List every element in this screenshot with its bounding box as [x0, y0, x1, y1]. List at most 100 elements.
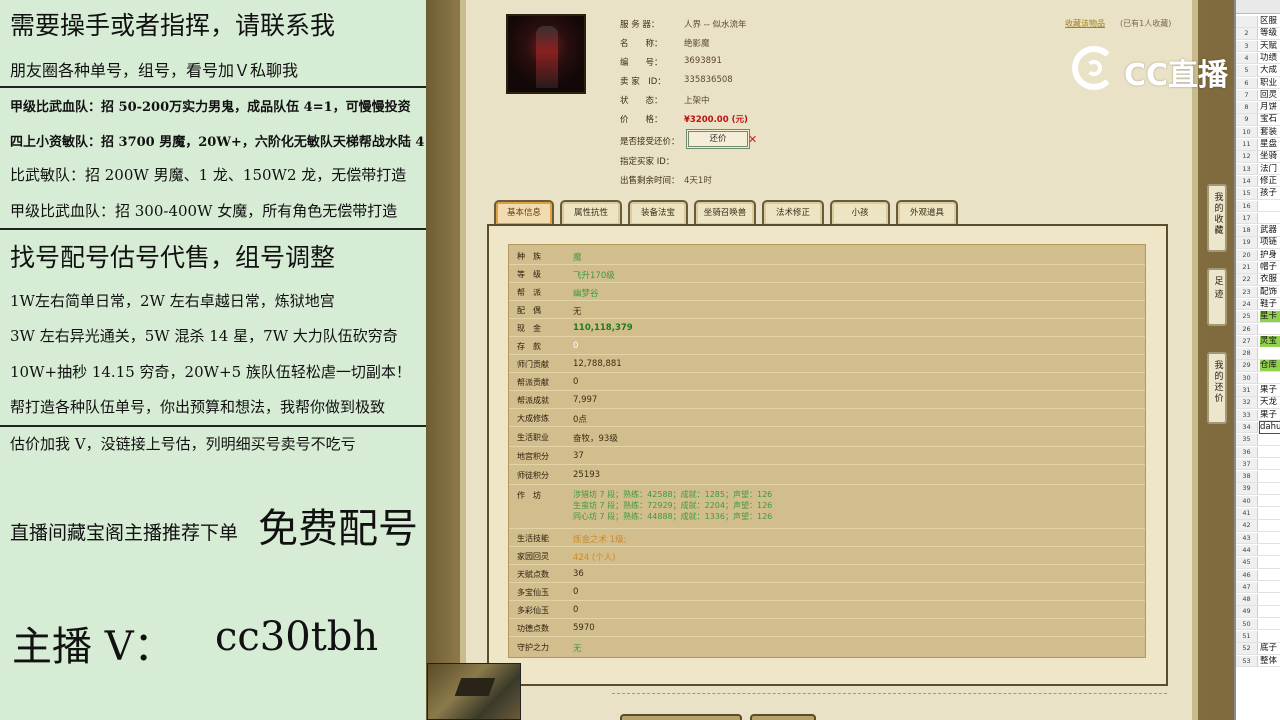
- cell[interactable]: 项链: [1260, 237, 1280, 248]
- spreadsheet-row[interactable]: 14 修正: [1236, 175, 1280, 188]
- spreadsheet-row[interactable]: 10 套装: [1236, 126, 1280, 139]
- spreadsheet-row[interactable]: 28: [1236, 348, 1280, 360]
- cell[interactable]: 衣服: [1260, 274, 1280, 285]
- spreadsheet-row[interactable]: 7 回灵: [1236, 89, 1280, 102]
- spreadsheet-row[interactable]: 35: [1236, 434, 1280, 446]
- tab-my-counter-offers[interactable]: 我的还价: [1207, 352, 1227, 424]
- spreadsheet-row[interactable]: 43: [1236, 532, 1280, 545]
- tab-my-favorites[interactable]: 我的收藏: [1207, 184, 1227, 252]
- cell[interactable]: 果子: [1260, 410, 1280, 421]
- spreadsheet-row[interactable]: 31 果子: [1236, 385, 1280, 397]
- cell[interactable]: 帽子: [1260, 262, 1280, 273]
- cell[interactable]: 配饰: [1260, 287, 1280, 298]
- spreadsheet-row[interactable]: 51: [1236, 631, 1280, 643]
- tab-appearance[interactable]: 外观道具: [896, 200, 958, 225]
- cell[interactable]: 护身: [1260, 250, 1280, 261]
- cell[interactable]: 区服: [1260, 16, 1280, 27]
- cell[interactable]: 法门: [1260, 164, 1280, 175]
- spreadsheet-row[interactable]: 39: [1236, 483, 1280, 495]
- spreadsheet-row[interactable]: 27 灵宝: [1236, 335, 1280, 348]
- spreadsheet-row[interactable]: 8 月饼: [1236, 102, 1280, 114]
- spreadsheet-row[interactable]: 24 鞋子: [1236, 298, 1280, 311]
- counter-offer-button[interactable]: 还价: [686, 129, 750, 149]
- game-minimap[interactable]: [427, 663, 521, 720]
- spreadsheet-row[interactable]: 44: [1236, 544, 1280, 557]
- tab-mounts-pets[interactable]: 坐骑召唤兽: [694, 200, 756, 225]
- cell[interactable]: 职业: [1260, 78, 1280, 89]
- tab-footprints[interactable]: 足迹: [1207, 268, 1227, 326]
- cell[interactable]: 月饼: [1260, 102, 1280, 113]
- spreadsheet-row[interactable]: 52 底子: [1236, 643, 1280, 655]
- spreadsheet-row[interactable]: 36: [1236, 446, 1280, 458]
- cell[interactable]: 修正: [1260, 176, 1280, 187]
- cell[interactable]: 宝石: [1260, 114, 1280, 125]
- spreadsheet-row[interactable]: 9 宝石: [1236, 114, 1280, 126]
- spreadsheet-row[interactable]: 45: [1236, 557, 1280, 569]
- spreadsheet-row[interactable]: 2 等级: [1236, 28, 1280, 40]
- spreadsheet-row[interactable]: 32 天龙: [1236, 397, 1280, 409]
- favorite-link[interactable]: 收藏该物品: [1065, 18, 1105, 29]
- cell[interactable]: 底子: [1260, 643, 1280, 654]
- cell[interactable]: 星盘: [1260, 139, 1280, 150]
- spreadsheet-row[interactable]: 47: [1236, 581, 1280, 594]
- spreadsheet-row[interactable]: 50: [1236, 618, 1280, 631]
- cell[interactable]: 等级: [1260, 28, 1280, 39]
- spreadsheet-row[interactable]: 53 整体: [1236, 655, 1280, 668]
- cell[interactable]: 坐骑: [1260, 151, 1280, 162]
- bottom-button[interactable]: [620, 714, 742, 720]
- spreadsheet-row[interactable]: 13 法门: [1236, 163, 1280, 176]
- spreadsheet-row[interactable]: 区服: [1236, 16, 1280, 28]
- cell[interactable]: 回灵: [1260, 90, 1280, 101]
- spreadsheet-row[interactable]: 33 果子: [1236, 409, 1280, 422]
- spreadsheet-row[interactable]: 23 配饰: [1236, 286, 1280, 299]
- cell[interactable]: 功绩: [1260, 53, 1280, 64]
- tab-basic-info[interactable]: 基本信息: [494, 200, 554, 225]
- spreadsheet-row[interactable]: 15 孩子: [1236, 188, 1280, 200]
- spreadsheet-row[interactable]: 3 天赋: [1236, 40, 1280, 53]
- spreadsheet-row[interactable]: 17: [1236, 212, 1280, 225]
- spreadsheet-row[interactable]: 20 护身: [1236, 249, 1280, 262]
- cell[interactable]: 鞋子: [1260, 299, 1280, 310]
- spreadsheet-row[interactable]: 4 功绩: [1236, 52, 1280, 65]
- cell[interactable]: 大成: [1260, 65, 1280, 76]
- tab-attributes[interactable]: 属性抗性: [560, 200, 622, 225]
- spreadsheet-row[interactable]: 29 仓库: [1236, 360, 1280, 372]
- spreadsheet-row[interactable]: 46: [1236, 569, 1280, 581]
- cell[interactable]: 灵宝: [1260, 335, 1280, 347]
- cell[interactable]: 整体: [1260, 656, 1280, 667]
- spreadsheet-row[interactable]: 6 职业: [1236, 77, 1280, 89]
- tab-child[interactable]: 小孩: [830, 200, 890, 225]
- cell[interactable]: 套装: [1260, 127, 1280, 138]
- cell[interactable]: 天龙: [1260, 397, 1280, 408]
- bottom-button[interactable]: [750, 714, 816, 720]
- spreadsheet-row[interactable]: 40: [1236, 495, 1280, 508]
- spreadsheet-row[interactable]: 48: [1236, 594, 1280, 606]
- spreadsheet-row[interactable]: 38: [1236, 471, 1280, 483]
- spreadsheet-row[interactable]: 5 大成: [1236, 65, 1280, 77]
- cell[interactable]: 果子: [1260, 385, 1280, 396]
- spreadsheet-row[interactable]: 49: [1236, 606, 1280, 618]
- spreadsheet-row[interactable]: 34 dahu: [1236, 420, 1280, 434]
- spreadsheet-row[interactable]: 16: [1236, 200, 1280, 212]
- spreadsheet-row[interactable]: 12 坐骑: [1236, 151, 1280, 163]
- cell[interactable]: 孩子: [1260, 188, 1280, 199]
- tab-spell-correction[interactable]: 法术修正: [762, 200, 824, 225]
- cell[interactable]: dahu: [1259, 420, 1280, 434]
- cell[interactable]: 星卡: [1260, 311, 1280, 323]
- spreadsheet-row[interactable]: 21 帽子: [1236, 262, 1280, 274]
- cell[interactable]: 天赋: [1260, 41, 1280, 52]
- spreadsheet-row[interactable]: 19 项链: [1236, 237, 1280, 249]
- tab-equipment[interactable]: 装备法宝: [628, 200, 688, 225]
- cell[interactable]: 武器: [1260, 225, 1280, 236]
- cell[interactable]: 仓库: [1260, 360, 1280, 372]
- spreadsheet-row[interactable]: 25 星卡: [1236, 311, 1280, 323]
- spreadsheet-row[interactable]: 11 星盘: [1236, 139, 1280, 151]
- spreadsheet-row[interactable]: 37: [1236, 458, 1280, 471]
- spreadsheet-row[interactable]: 42: [1236, 520, 1280, 532]
- close-icon[interactable]: ✕: [748, 133, 757, 146]
- spreadsheet-row[interactable]: 30: [1236, 372, 1280, 385]
- spreadsheet-row[interactable]: 18 武器: [1236, 225, 1280, 237]
- spreadsheet-row[interactable]: 22 衣服: [1236, 274, 1280, 286]
- spreadsheet-row[interactable]: 41: [1236, 508, 1280, 520]
- spreadsheet-row[interactable]: 26: [1236, 323, 1280, 335]
